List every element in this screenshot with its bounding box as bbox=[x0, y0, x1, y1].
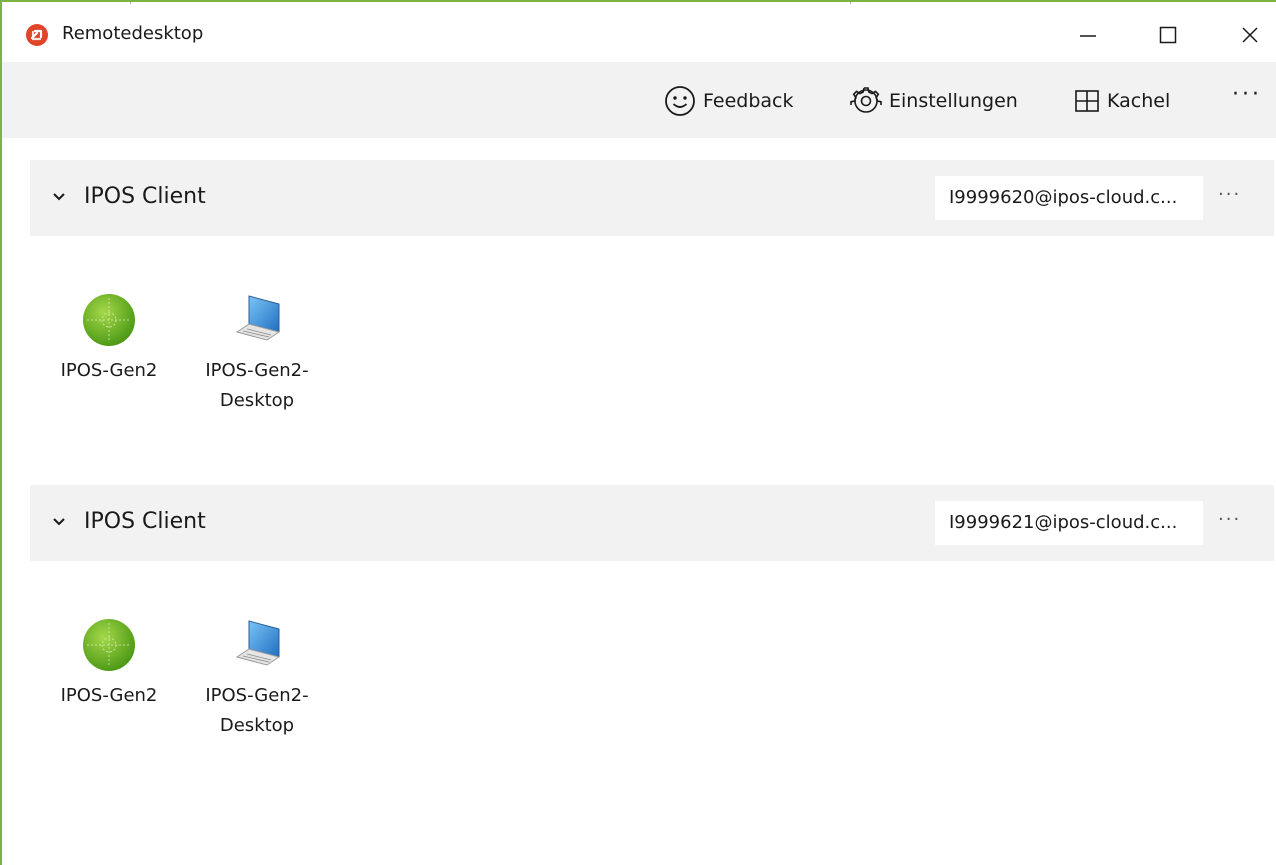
feedback-button[interactable]: Feedback bbox=[664, 84, 793, 118]
tile-label: IPOS-Gen2 bbox=[60, 685, 158, 706]
close-icon bbox=[1242, 27, 1258, 43]
gear-icon bbox=[850, 87, 882, 113]
chevron-down-icon[interactable] bbox=[52, 515, 66, 529]
feedback-label: Feedback bbox=[703, 90, 794, 112]
remote-app-tile[interactable]: IPOS-Gen2 bbox=[44, 617, 174, 711]
tile-label: IPOS-Gen2- Desktop bbox=[192, 681, 322, 741]
green-globe-icon bbox=[83, 619, 135, 671]
tile-label-line2: Desktop bbox=[219, 715, 295, 736]
maximize-button[interactable] bbox=[1138, 10, 1198, 60]
remote-app-tile[interactable]: IPOS-Gen2 bbox=[44, 292, 174, 386]
command-bar: Feedback Einstellungen Kachel ··· bbox=[2, 62, 1276, 138]
laptop-icon bbox=[235, 620, 281, 666]
tile-label-line2: Desktop bbox=[219, 390, 295, 411]
remote-desktop-app-icon bbox=[26, 24, 48, 46]
account-selector[interactable]: I9999621@ipos-cloud.c... bbox=[935, 501, 1203, 545]
account-selector[interactable]: I9999620@ipos-cloud.c... bbox=[935, 176, 1203, 220]
workspace-group-header[interactable]: IPOS Client I9999621@ipos-cloud.c... ··· bbox=[30, 485, 1274, 561]
settings-button[interactable]: Einstellungen bbox=[850, 84, 1018, 118]
tile-view-label: Kachel bbox=[1107, 90, 1171, 112]
workspace-more-button[interactable]: ··· bbox=[1218, 184, 1241, 205]
workspace-more-button[interactable]: ··· bbox=[1218, 509, 1241, 530]
tile-label: IPOS-Gen2- Desktop bbox=[192, 356, 322, 416]
settings-label: Einstellungen bbox=[889, 90, 1018, 112]
remote-desktop-tile[interactable]: IPOS-Gen2- Desktop bbox=[192, 292, 322, 416]
window-title: Remotedesktop bbox=[62, 23, 204, 44]
maximize-icon bbox=[1159, 26, 1177, 44]
minimize-icon bbox=[1080, 35, 1096, 37]
workspace-group-header[interactable]: IPOS Client I9999620@ipos-cloud.c... ··· bbox=[30, 160, 1274, 236]
close-button[interactable] bbox=[1220, 10, 1276, 60]
workspace-title: IPOS Client bbox=[84, 184, 206, 209]
tile-label: IPOS-Gen2 bbox=[60, 360, 158, 381]
title-bar[interactable]: Remotedesktop bbox=[2, 4, 1276, 62]
remote-desktop-tile[interactable]: IPOS-Gen2- Desktop bbox=[192, 617, 322, 741]
tile-label-line1: IPOS-Gen2- bbox=[205, 685, 309, 706]
green-globe-icon bbox=[83, 294, 135, 346]
grid-icon bbox=[1075, 90, 1099, 112]
laptop-icon bbox=[235, 295, 281, 341]
minimize-button[interactable] bbox=[1058, 10, 1118, 60]
app-window: Remotedesktop Feedback Einstellungen Kac… bbox=[0, 0, 1276, 865]
workspace-title: IPOS Client bbox=[84, 509, 206, 534]
smiley-icon bbox=[665, 86, 695, 116]
more-options-button[interactable]: ··· bbox=[1232, 82, 1262, 107]
tile-view-button[interactable]: Kachel bbox=[1074, 84, 1170, 118]
chevron-down-icon[interactable] bbox=[52, 190, 66, 204]
tile-label-line1: IPOS-Gen2- bbox=[205, 360, 309, 381]
